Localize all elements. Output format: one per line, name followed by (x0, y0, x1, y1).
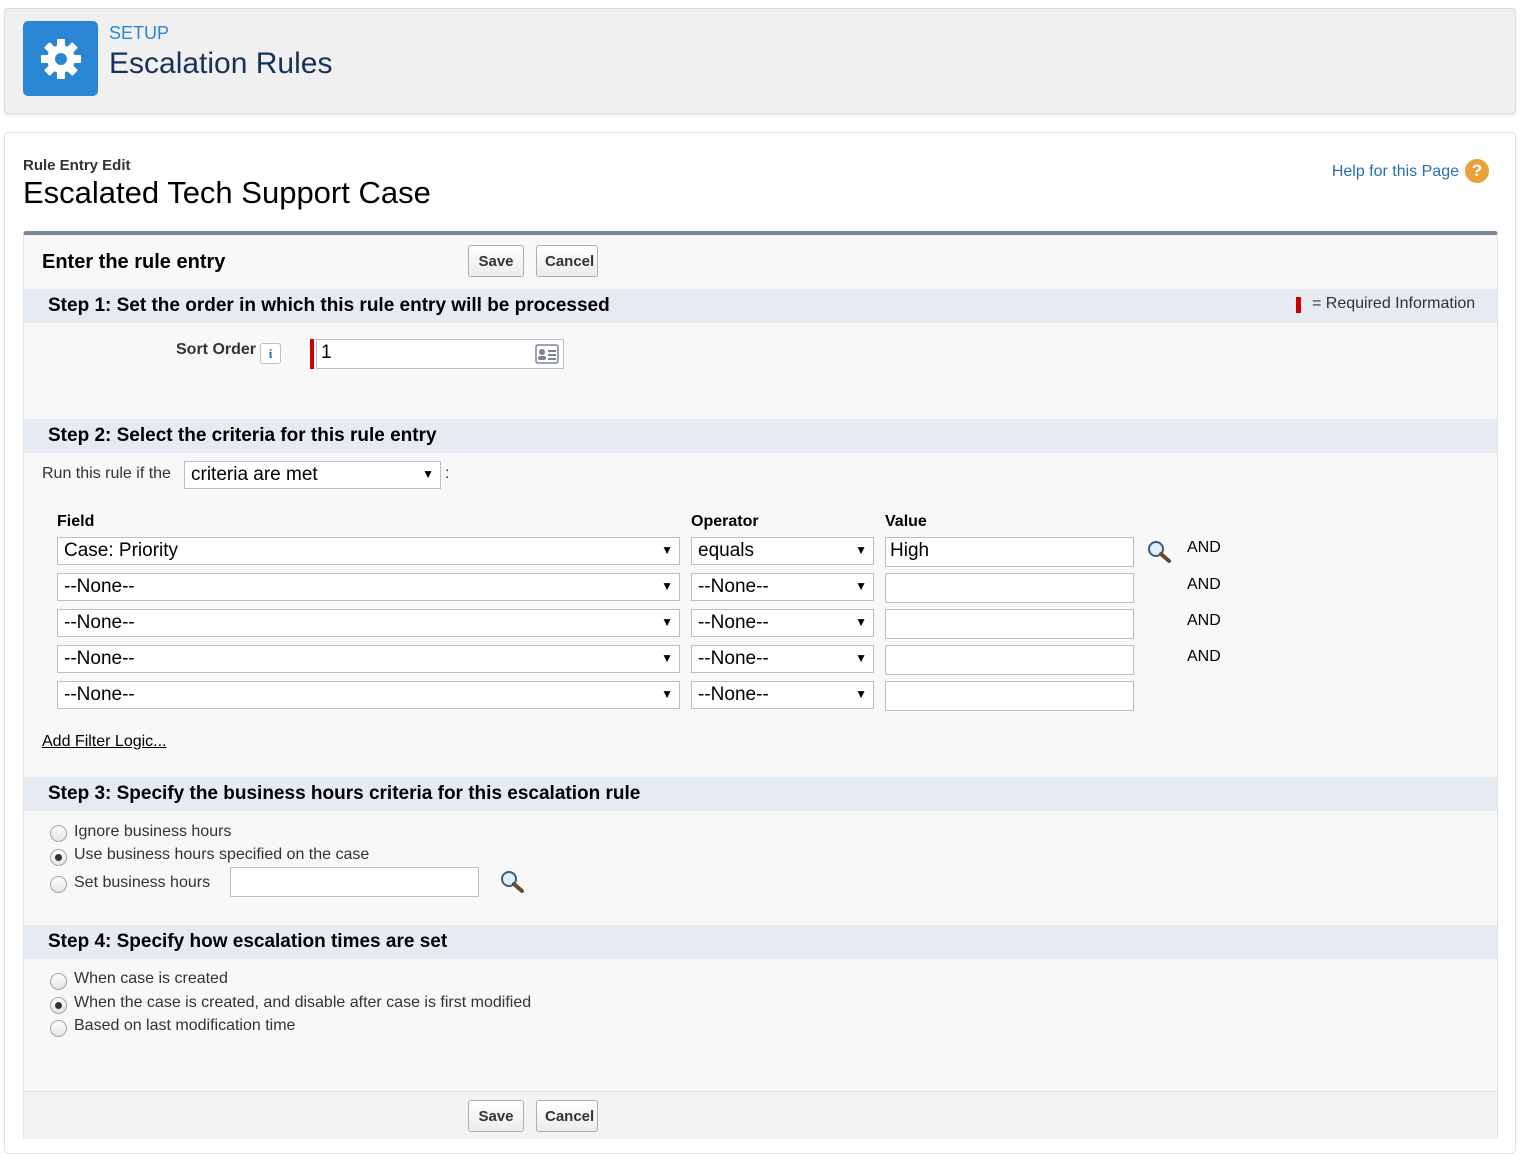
step1-header: Step 1: Set the order in which this rule… (24, 289, 1497, 323)
help-for-page-link[interactable]: Help for this Page (1332, 163, 1459, 181)
criteria-field-select[interactable]: --None-- ▼ (57, 681, 680, 709)
value-column-header: Value (885, 513, 927, 530)
sort-order-input[interactable]: 1 (316, 339, 564, 369)
contact-card-icon[interactable] (535, 344, 559, 370)
step4-header: Step 4: Specify how escalation times are… (24, 925, 1497, 959)
save-button-top[interactable]: Save (468, 245, 524, 277)
business-hours-input[interactable] (230, 867, 479, 897)
criteria-value-input[interactable] (885, 609, 1134, 639)
and-conjunction: AND (1187, 648, 1221, 665)
chevron-down-icon: ▼ (855, 651, 867, 665)
and-conjunction: AND (1187, 576, 1221, 593)
criteria-operator-select[interactable]: --None-- ▼ (691, 609, 874, 637)
criteria-field-select[interactable]: --None-- ▼ (57, 645, 680, 673)
criteria-operator-select[interactable]: --None-- ▼ (691, 573, 874, 601)
sort-order-value: 1 (321, 342, 332, 363)
ignore-business-hours-label: Ignore business hours (74, 823, 232, 840)
help-icon[interactable]: ? (1465, 159, 1489, 183)
chevron-down-icon: ▼ (661, 615, 673, 629)
and-conjunction: AND (1187, 612, 1221, 629)
criteria-field-value: Case: Priority (64, 540, 179, 561)
and-conjunction: AND (1187, 539, 1221, 556)
step2-title: Step 2: Select the criteria for this rul… (48, 425, 437, 446)
radio-last-modification-time[interactable] (50, 1020, 67, 1037)
radio-ignore-business-hours[interactable] (50, 825, 67, 842)
rule-entry-card: Rule Entry Edit Escalated Tech Support C… (4, 132, 1516, 1154)
step3-header: Step 3: Specify the business hours crite… (24, 777, 1497, 811)
save-button-bottom[interactable]: Save (468, 1100, 524, 1132)
use-case-business-hours-label: Use business hours specified on the case (74, 846, 370, 863)
criteria-operator-select[interactable]: --None-- ▼ (691, 645, 874, 673)
chevron-down-icon: ▼ (661, 543, 673, 557)
criteria-value-text: High (890, 540, 930, 561)
entry-type-label: Rule Entry Edit (23, 157, 131, 174)
step4-title: Step 4: Specify how escalation times are… (48, 931, 448, 952)
criteria-operator-value: --None-- (698, 612, 769, 633)
setup-header: SETUP Escalation Rules (4, 8, 1516, 114)
criteria-operator-select[interactable]: --None-- ▼ (691, 681, 874, 709)
magnifier-icon[interactable] (1146, 539, 1172, 563)
last-modification-time-label: Based on last modification time (74, 1017, 296, 1034)
chevron-down-icon: ▼ (855, 615, 867, 629)
field-column-header: Field (57, 513, 95, 530)
radio-set-business-hours[interactable] (50, 876, 67, 893)
criteria-operator-value: --None-- (698, 648, 769, 669)
operator-column-header: Operator (691, 513, 759, 530)
radio-when-case-created[interactable] (50, 973, 67, 990)
magnifier-icon[interactable] (499, 869, 525, 893)
set-business-hours-label: Set business hours (74, 874, 211, 891)
criteria-field-select[interactable]: --None-- ▼ (57, 573, 680, 601)
step1-title: Step 1: Set the order in which this rule… (48, 295, 610, 316)
required-indicator (310, 339, 314, 369)
required-marker (1296, 297, 1301, 313)
criteria-operator-value: --None-- (698, 576, 769, 597)
run-rule-selected-value: criteria are met (191, 464, 318, 485)
rule-entry-form: Enter the rule entry Save Cancel Step 1:… (23, 231, 1498, 1139)
chevron-down-icon: ▼ (661, 651, 673, 665)
form-block-title: Enter the rule entry (42, 251, 226, 273)
required-info-text: = Required Information (1312, 295, 1476, 312)
criteria-operator-value: --None-- (698, 684, 769, 705)
chevron-down-icon: ▼ (855, 579, 867, 593)
criteria-value-input[interactable] (885, 681, 1134, 711)
step2-header: Step 2: Select the criteria for this rul… (24, 419, 1497, 453)
sort-order-label: Sort Order (176, 341, 257, 358)
criteria-operator-select[interactable]: equals ▼ (691, 537, 874, 565)
criteria-field-value: --None-- (64, 684, 135, 705)
criteria-field-select[interactable]: Case: Priority ▼ (57, 537, 680, 565)
disable-after-first-modified-label: When the case is created, and disable af… (74, 994, 532, 1011)
run-rule-label: Run this rule if the (42, 465, 171, 482)
cancel-button-top[interactable]: Cancel (536, 245, 598, 277)
step3-title: Step 3: Specify the business hours crite… (48, 783, 641, 804)
cancel-button-bottom[interactable]: Cancel (536, 1100, 598, 1132)
info-icon[interactable]: i (260, 343, 281, 364)
criteria-value-input[interactable] (885, 645, 1134, 675)
gear-icon (23, 21, 98, 96)
chevron-down-icon: ▼ (661, 687, 673, 701)
radio-disable-after-first-modified[interactable] (50, 997, 67, 1014)
criteria-value-input[interactable] (885, 573, 1134, 603)
radio-use-case-business-hours[interactable] (50, 849, 67, 866)
criteria-value-input[interactable]: High (885, 537, 1134, 567)
criteria-field-value: --None-- (64, 612, 135, 633)
form-footer: Save Cancel (24, 1091, 1497, 1139)
run-rule-suffix: : (445, 465, 450, 482)
chevron-down-icon: ▼ (661, 579, 673, 593)
setup-section-label: SETUP (109, 23, 170, 43)
when-case-created-label: When case is created (74, 970, 228, 987)
criteria-operator-value: equals (698, 540, 754, 561)
criteria-field-value: --None-- (64, 576, 135, 597)
add-filter-logic-link[interactable]: Add Filter Logic... (42, 733, 167, 751)
criteria-field-select[interactable]: --None-- ▼ (57, 609, 680, 637)
chevron-down-icon: ▼ (855, 543, 867, 557)
page-title: Escalation Rules (109, 47, 333, 80)
chevron-down-icon: ▼ (855, 687, 867, 701)
criteria-field-value: --None-- (64, 648, 135, 669)
entry-name-heading: Escalated Tech Support Case (23, 175, 431, 210)
run-rule-select[interactable]: criteria are met ▼ (184, 461, 441, 489)
chevron-down-icon: ▼ (422, 467, 434, 481)
